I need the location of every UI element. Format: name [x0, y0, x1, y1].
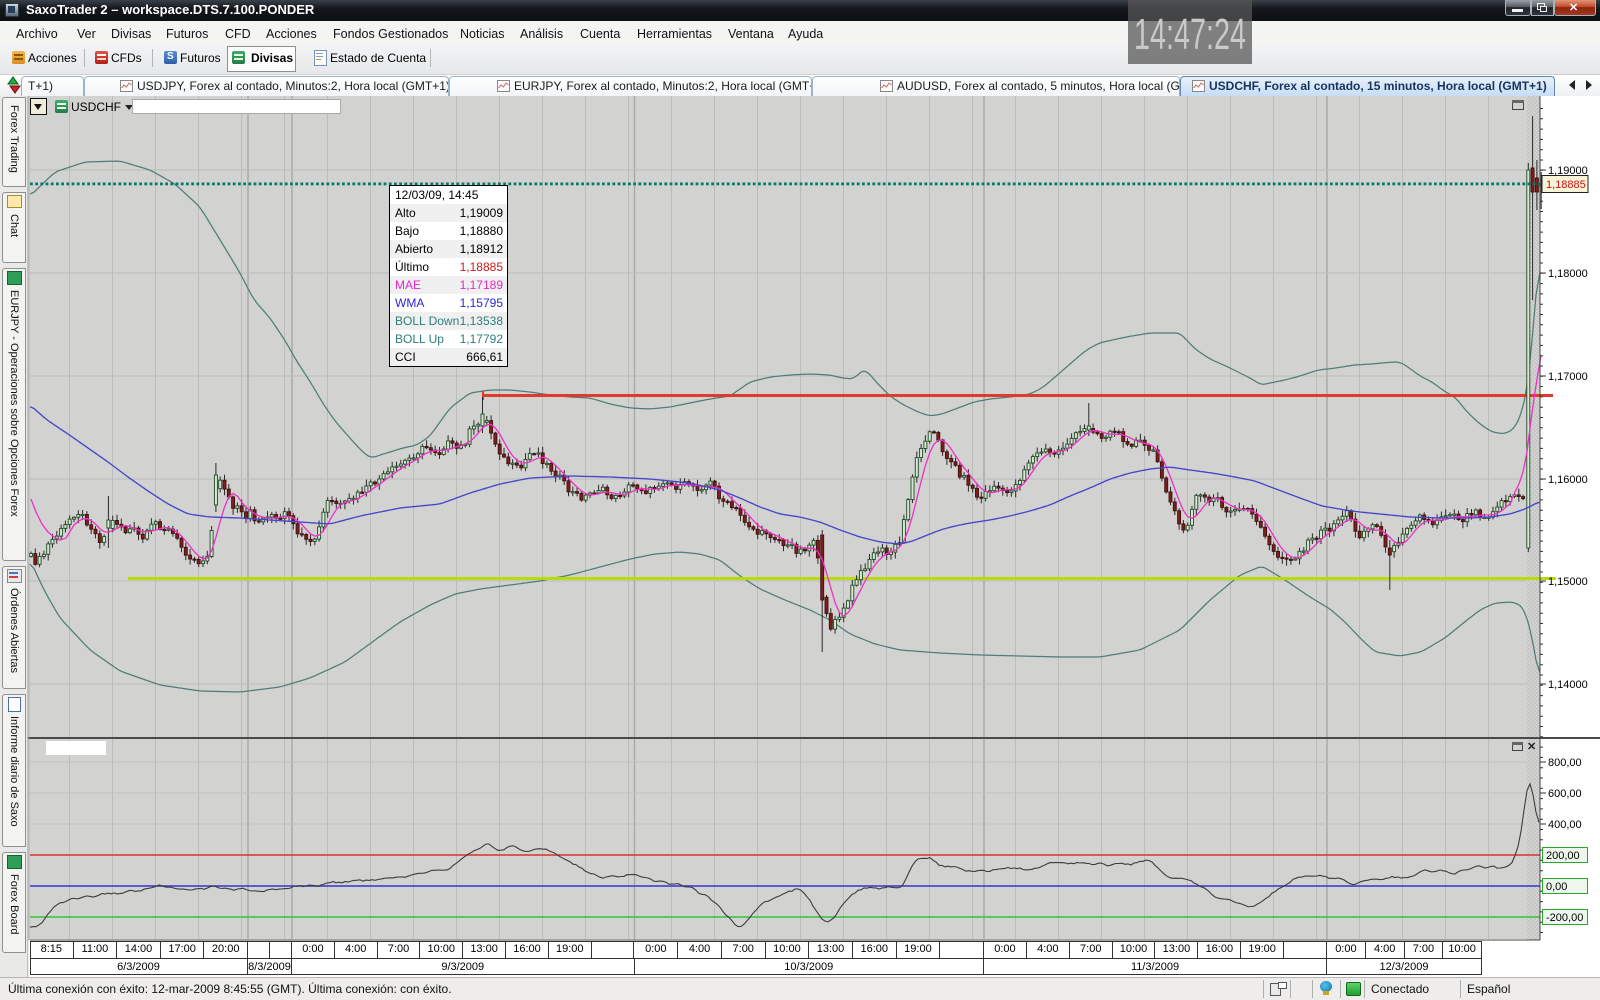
svg-text:1,14000: 1,14000 — [1548, 679, 1588, 691]
svg-text:1,17000: 1,17000 — [1548, 371, 1588, 383]
svg-text:1,16000: 1,16000 — [1548, 474, 1588, 486]
svg-text:200,00: 200,00 — [1546, 850, 1580, 862]
svg-text:0,00: 0,00 — [1546, 881, 1567, 893]
svg-text:-200,00: -200,00 — [1546, 912, 1583, 924]
svg-text:1,18000: 1,18000 — [1548, 268, 1588, 280]
svg-text:1,15000: 1,15000 — [1548, 576, 1588, 588]
svg-text:600,00: 600,00 — [1548, 788, 1582, 800]
svg-text:800,00: 800,00 — [1548, 757, 1582, 769]
svg-text:1,18885: 1,18885 — [1546, 179, 1586, 191]
svg-text:14:47:24: 14:47:24 — [1134, 10, 1246, 59]
svg-text:400,00: 400,00 — [1548, 819, 1582, 831]
